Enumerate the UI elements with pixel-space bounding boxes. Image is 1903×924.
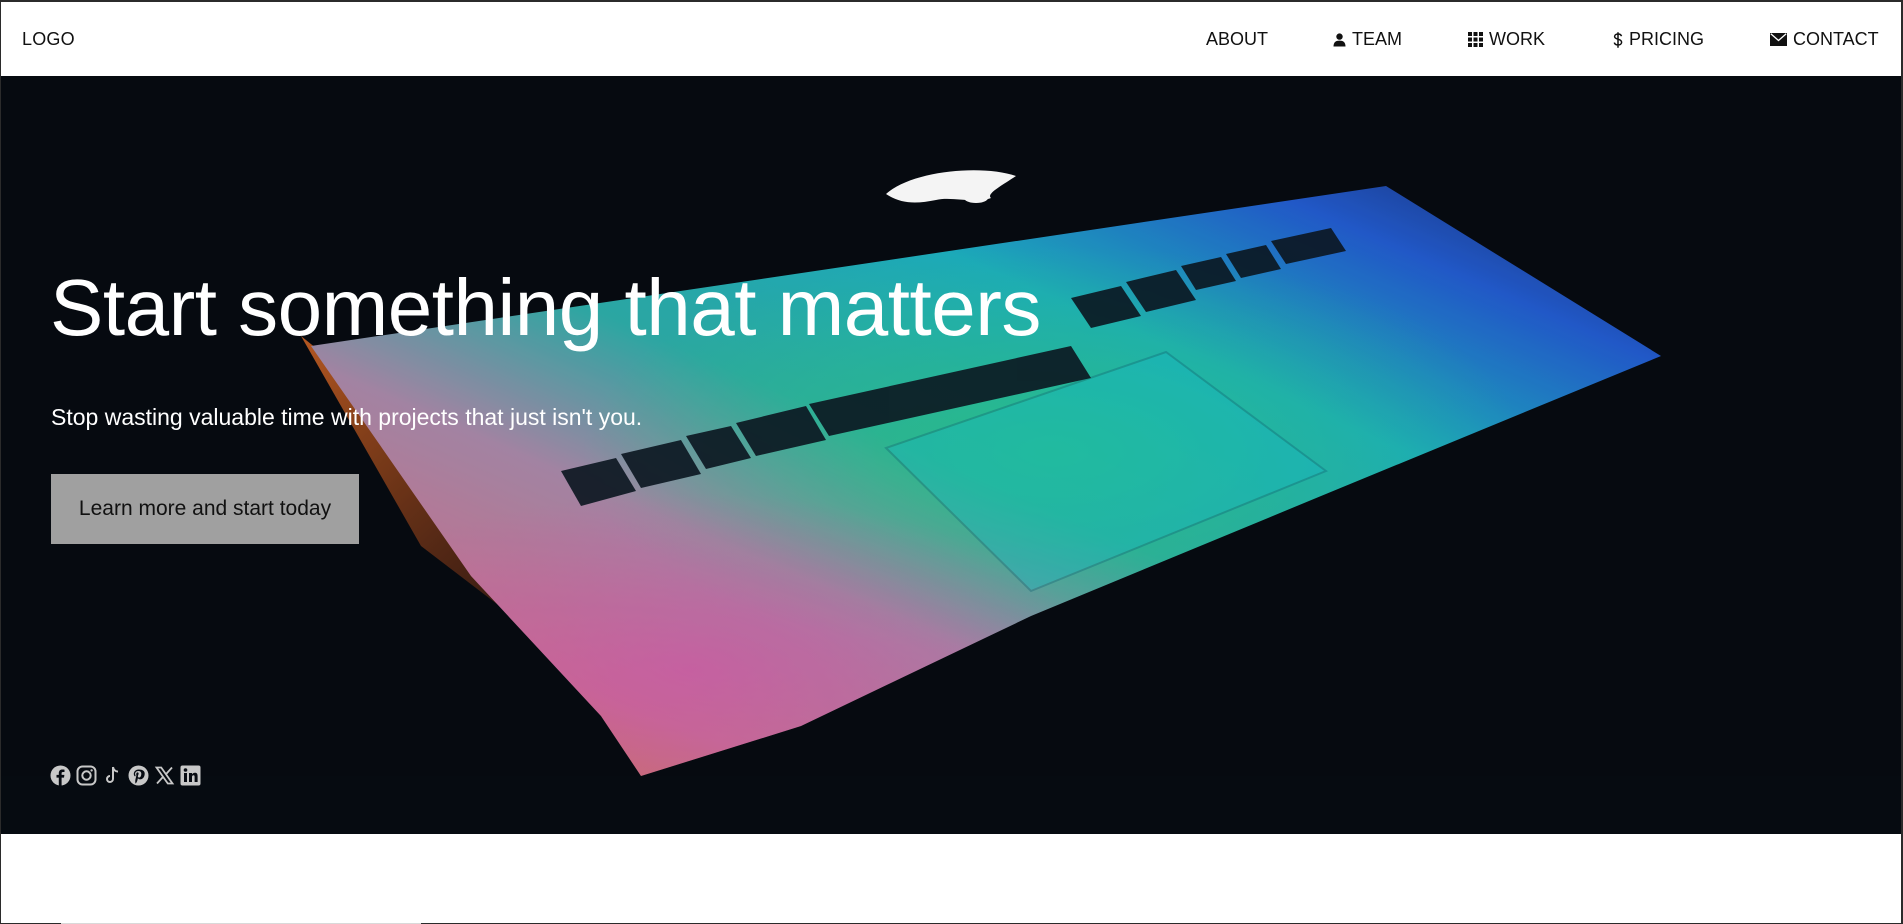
logo[interactable]: LOGO	[22, 29, 75, 50]
x-icon[interactable]	[154, 765, 175, 786]
nav-link-about[interactable]: ABOUT	[1206, 29, 1268, 50]
envelope-icon	[1770, 33, 1787, 46]
nav-label-pricing: PRICING	[1629, 29, 1705, 49]
linkedin-icon[interactable]	[180, 765, 201, 786]
hero-background-laptop-image	[1, 76, 1901, 834]
hero-subtitle: Stop wasting valuable time with projects…	[51, 404, 643, 430]
nav-link-work[interactable]: WORK	[1468, 29, 1545, 50]
nav-label-team: TEAM	[1352, 29, 1403, 49]
social-links	[50, 765, 201, 786]
grid-icon	[1468, 32, 1483, 47]
nav-link-pricing[interactable]: PRICING	[1613, 29, 1704, 50]
nav-label-contact: CONTACT	[1793, 29, 1879, 49]
pinterest-icon[interactable]	[128, 765, 149, 786]
user-icon	[1333, 32, 1346, 47]
dollar-icon	[1613, 31, 1623, 48]
hero-section: Start something that matters Stop wastin…	[1, 76, 1901, 834]
nav-link-team[interactable]: TEAM	[1333, 29, 1402, 50]
nav-label-work: WORK	[1489, 29, 1545, 49]
nav-label-about: ABOUT	[1206, 29, 1269, 49]
facebook-icon[interactable]	[50, 765, 71, 786]
nav-link-contact[interactable]: CONTACT	[1770, 29, 1879, 50]
next-section	[1, 834, 1901, 924]
instagram-icon[interactable]	[76, 765, 97, 786]
browser-viewport: LOGO ABOUT TEAM WORK PRICING CONTACT Sta…	[0, 0, 1903, 924]
hero-title: Start something that matters	[50, 263, 1041, 352]
learn-more-button[interactable]: Learn more and start today	[51, 474, 359, 544]
top-navigation-bar: LOGO ABOUT TEAM WORK PRICING CONTACT	[1, 2, 1901, 76]
tiktok-icon[interactable]	[102, 765, 123, 786]
